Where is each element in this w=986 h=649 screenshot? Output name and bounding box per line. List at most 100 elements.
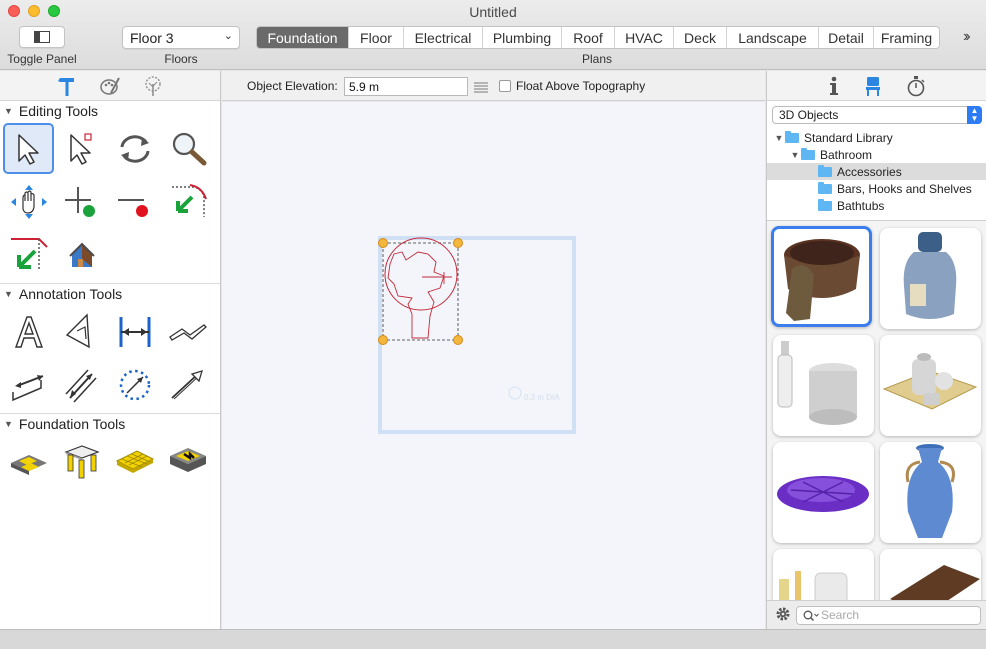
stopwatch-icon[interactable] — [906, 75, 926, 97]
add-point-tool[interactable] — [55, 175, 108, 228]
object-thumbnail[interactable] — [880, 228, 981, 329]
join-walls-tool[interactable] — [2, 228, 55, 281]
selected-object-sketch[interactable] — [378, 237, 463, 345]
tab-hvac[interactable]: HVAC — [615, 27, 674, 48]
arrow-tool[interactable] — [161, 358, 214, 411]
tab-framing[interactable]: Framing — [874, 27, 939, 48]
circle-dimension-tool[interactable] — [108, 358, 161, 411]
object-thumbnail[interactable] — [771, 226, 872, 327]
pan-tool[interactable] — [2, 175, 55, 228]
tree-item-bathtubs[interactable]: Bathtubs — [767, 197, 986, 214]
hammer-icon[interactable] — [57, 75, 77, 97]
float-above-topography-checkbox[interactable] — [499, 80, 511, 92]
object-thumbnails — [767, 220, 986, 600]
remove-point-tool[interactable] — [108, 175, 161, 228]
tab-foundation[interactable]: Foundation — [257, 27, 349, 48]
object-thumbnail[interactable] — [773, 335, 874, 436]
gear-icon[interactable] — [775, 606, 791, 622]
text-tool[interactable] — [2, 305, 55, 358]
object-thumbnail[interactable] — [773, 549, 874, 600]
chevron-down-icon: ⌄ — [223, 30, 233, 42]
angle-dimension-icon — [11, 374, 43, 401]
footing-icon — [10, 454, 47, 475]
tab-plumbing[interactable]: Plumbing — [483, 27, 562, 48]
floors-label: Floors — [164, 52, 198, 66]
tree-item-bathroom[interactable]: ▼ Bathroom — [767, 146, 986, 163]
disclosure-triangle-icon: ▼ — [4, 105, 13, 116]
foundation-wall-tool[interactable] — [161, 435, 214, 488]
section-title: Annotation Tools — [18, 285, 123, 302]
disclosure-triangle-icon: ▼ — [4, 288, 13, 299]
folder-icon — [801, 147, 815, 160]
break-line-tool[interactable] — [161, 305, 214, 358]
tree-item-accessories[interactable]: Accessories — [767, 163, 986, 180]
drawing-canvas[interactable]: 0.3 m DIA — [222, 102, 765, 629]
toggle-panel-button[interactable] — [19, 26, 65, 48]
rotate-tool[interactable] — [108, 122, 161, 175]
diagonal-dimension-tool[interactable] — [55, 358, 108, 411]
pier-marker — [508, 386, 522, 400]
floor-select[interactable]: Floor 3 ⌄ — [122, 26, 240, 49]
purple-soap-dish-icon — [777, 476, 869, 512]
dimension-tool[interactable] — [108, 305, 161, 358]
text-3d-icon — [65, 312, 90, 348]
object-thumbnail[interactable] — [880, 442, 981, 543]
wooden-board-icon — [890, 565, 980, 600]
tab-floor[interactable]: Floor — [349, 27, 404, 48]
object-thumbnail[interactable] — [880, 335, 981, 436]
annotation-tools-header[interactable]: ▼ Annotation Tools — [0, 284, 220, 303]
tab-electrical[interactable]: Electrical — [404, 27, 483, 48]
resize-handle[interactable] — [453, 238, 463, 248]
plan-drawing: 0.3 m DIA — [378, 236, 576, 434]
select-tool[interactable] — [3, 123, 54, 174]
basket-with-towel-icon — [784, 239, 860, 321]
folder-icon — [818, 181, 832, 194]
house-tool[interactable] — [55, 228, 108, 281]
tab-roof[interactable]: Roof — [562, 27, 615, 48]
palette-brush-icon[interactable] — [99, 75, 121, 97]
house-icon — [68, 242, 95, 267]
select-point-icon — [69, 132, 92, 165]
tree-icon[interactable] — [143, 75, 163, 97]
library-footer: Search — [767, 600, 986, 629]
tree-item-label: Bars, Hooks and Shelves — [837, 181, 972, 196]
tools-panel: ▼ Editing Tools ▼ Annotation Tools ▼ Fou… — [0, 71, 221, 629]
bottles-set-icon — [779, 571, 848, 600]
disclosure-triangle-icon[interactable]: ▼ — [789, 150, 801, 160]
object-thumbnail[interactable] — [880, 549, 981, 600]
tree-item-bars-hooks-shelves[interactable]: Bars, Hooks and Shelves — [767, 180, 986, 197]
disclosure-triangle-icon[interactable]: ▼ — [773, 133, 785, 143]
tab-landscape[interactable]: Landscape — [727, 27, 819, 48]
slab-tool[interactable] — [108, 435, 161, 488]
chair-icon[interactable] — [864, 75, 882, 97]
library-type-value: 3D Objects — [779, 108, 839, 122]
zoom-tool[interactable] — [161, 122, 214, 175]
rotate-icon — [120, 134, 149, 163]
object-elevation-input[interactable] — [344, 77, 468, 96]
resize-handle[interactable] — [378, 335, 388, 345]
foundation-tools-header[interactable]: ▼ Foundation Tools — [0, 414, 220, 433]
object-thumbnail[interactable] — [773, 442, 874, 543]
tab-deck[interactable]: Deck — [674, 27, 727, 48]
tree-item-standard-library[interactable]: ▼ Standard Library — [767, 129, 986, 146]
library-search-input[interactable]: Search — [796, 606, 981, 625]
resize-handle[interactable] — [453, 335, 463, 345]
list-lines-icon[interactable] — [473, 81, 489, 93]
tab-detail[interactable]: Detail — [819, 27, 874, 48]
text-icon — [14, 315, 43, 348]
join-corner-tool[interactable] — [161, 175, 214, 228]
pier-tool[interactable] — [55, 435, 108, 488]
window-title: Untitled — [469, 4, 517, 20]
info-icon[interactable] — [828, 75, 840, 97]
annotation-tools-grid — [0, 303, 220, 413]
float-above-topography-label: Float Above Topography — [516, 79, 646, 93]
library-type-select[interactable]: 3D Objects ▲ ▼ — [772, 106, 982, 124]
text-3d-tool[interactable] — [55, 305, 108, 358]
angle-dimension-tool[interactable] — [2, 358, 55, 411]
diagonal-dimension-icon — [64, 368, 97, 403]
footing-tool[interactable] — [2, 435, 55, 488]
more-plans-chevron-icon[interactable]: ›› — [963, 28, 970, 46]
resize-handle[interactable] — [378, 238, 388, 248]
editing-tools-header[interactable]: ▼ Editing Tools — [0, 101, 220, 120]
select-point-tool[interactable] — [55, 122, 108, 175]
